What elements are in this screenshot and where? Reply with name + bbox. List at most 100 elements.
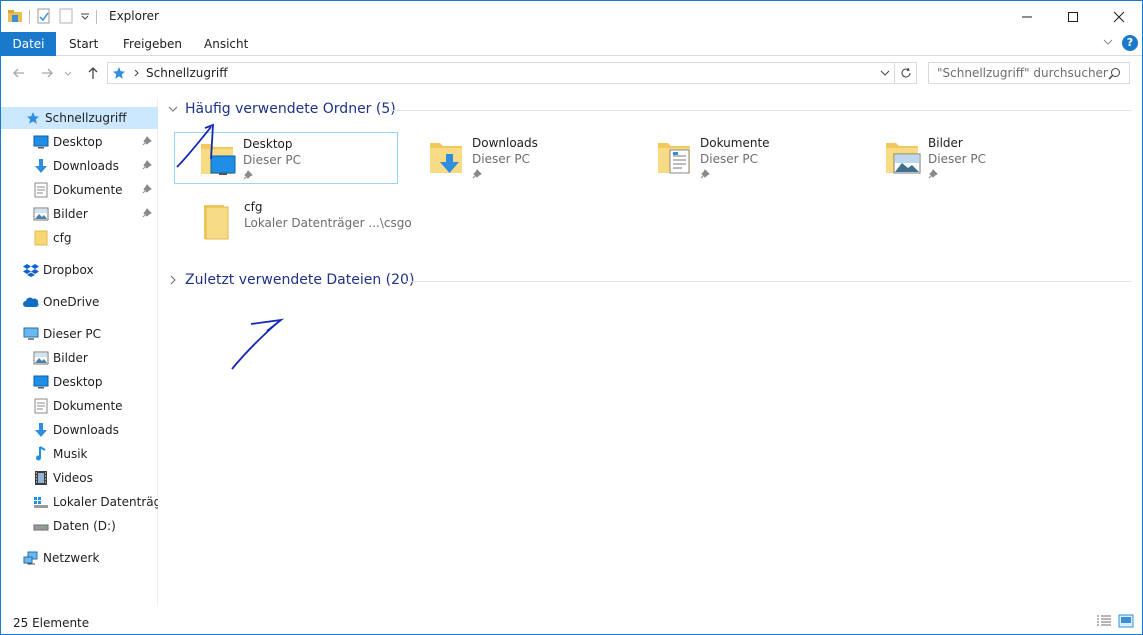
nav-item-label: Bilder bbox=[53, 207, 88, 221]
ribbon: Datei Start Freigeben Ansicht ? bbox=[1, 32, 1142, 56]
folder-icon bbox=[33, 230, 49, 246]
tile-name: Bilder bbox=[928, 136, 963, 150]
minimize-button[interactable] bbox=[1004, 1, 1050, 32]
nav-item-label: Desktop bbox=[53, 375, 103, 389]
nav-item-quick-downloads[interactable]: Downloads bbox=[1, 155, 158, 177]
toolbar-separator bbox=[96, 10, 97, 24]
chevron-right-icon[interactable] bbox=[167, 275, 179, 285]
nav-item-label: Videos bbox=[53, 471, 93, 485]
recent-locations-chevron-icon[interactable] bbox=[61, 63, 75, 83]
nav-item-quick-bilder[interactable]: Bilder bbox=[1, 203, 158, 225]
properties-icon[interactable] bbox=[36, 8, 52, 27]
nav-item-dieser-pc[interactable]: Dieser PC bbox=[1, 323, 158, 345]
pin-icon bbox=[700, 168, 770, 182]
folder-tile-downloads[interactable]: Downloads Dieser PC bbox=[402, 132, 626, 184]
help-icon[interactable]: ? bbox=[1122, 35, 1138, 51]
tab-ansicht[interactable]: Ansicht bbox=[194, 32, 258, 56]
download-arrow-icon bbox=[33, 422, 49, 438]
refresh-button[interactable] bbox=[895, 62, 917, 84]
nav-item-pc-daten-d[interactable]: Daten (D:) bbox=[1, 515, 158, 537]
new-folder-icon[interactable] bbox=[58, 8, 74, 27]
downloads-folder-icon bbox=[426, 137, 466, 177]
nav-item-quick-desktop[interactable]: Desktop bbox=[1, 131, 158, 153]
expand-ribbon-chevron-icon[interactable] bbox=[1102, 36, 1114, 51]
nav-item-schnellzugriff[interactable]: Schnellzugriff bbox=[1, 107, 158, 129]
desktop-icon bbox=[33, 374, 49, 390]
breadcrumb-schnellzugriff[interactable]: Schnellzugriff bbox=[146, 66, 228, 80]
nav-item-pc-downloads[interactable]: Downloads bbox=[1, 419, 158, 441]
download-arrow-icon bbox=[33, 158, 49, 174]
pin-icon bbox=[142, 207, 152, 221]
tile-name: Downloads bbox=[472, 136, 538, 150]
forward-button[interactable] bbox=[37, 63, 57, 83]
search-box[interactable] bbox=[928, 62, 1130, 84]
nav-item-label: Musik bbox=[53, 447, 88, 461]
group-divider bbox=[405, 281, 1132, 282]
up-button[interactable] bbox=[83, 63, 103, 83]
address-bar[interactable]: Schnellzugriff bbox=[107, 62, 895, 84]
folder-tile-bilder[interactable]: Bilder Dieser PC bbox=[858, 132, 1082, 184]
tile-text: Bilder Dieser PC bbox=[928, 132, 986, 184]
nav-item-label: Dokumente bbox=[53, 183, 123, 197]
back-button[interactable] bbox=[9, 63, 29, 83]
computer-icon bbox=[23, 326, 39, 342]
maximize-button[interactable] bbox=[1050, 1, 1096, 32]
folder-tile-desktop[interactable]: Desktop Dieser PC bbox=[174, 132, 398, 184]
nav-item-pc-dokumente[interactable]: Dokumente bbox=[1, 395, 158, 417]
nav-item-label: Dokumente bbox=[53, 399, 123, 413]
nav-item-quick-cfg[interactable]: cfg bbox=[1, 227, 158, 249]
breadcrumb-chevron-icon[interactable] bbox=[134, 69, 140, 77]
title-bar: Explorer bbox=[1, 1, 1142, 32]
group-divider bbox=[391, 110, 1132, 111]
status-bar: 25 Elemente bbox=[1, 611, 1142, 634]
nav-item-label: Schnellzugriff bbox=[45, 111, 127, 125]
tab-freigeben[interactable]: Freigeben bbox=[113, 32, 192, 56]
star-icon bbox=[112, 66, 126, 80]
nav-item-quick-dokumente[interactable]: Dokumente bbox=[1, 179, 158, 201]
nav-item-pc-lokaler-datentraeger[interactable]: Lokaler Datenträger bbox=[1, 491, 158, 513]
customize-toolbar-chevron-icon[interactable] bbox=[80, 10, 90, 24]
nav-item-netzwerk[interactable]: Netzwerk bbox=[1, 547, 158, 569]
tab-datei[interactable]: Datei bbox=[1, 32, 56, 56]
close-button[interactable] bbox=[1096, 1, 1142, 32]
folder-tile-dokumente[interactable]: Dokumente Dieser PC bbox=[630, 132, 854, 184]
window-title: Explorer bbox=[109, 9, 159, 23]
large-icons-view-icon[interactable] bbox=[1118, 614, 1134, 631]
document-icon bbox=[33, 182, 49, 198]
star-icon bbox=[25, 110, 41, 126]
nav-item-label: OneDrive bbox=[43, 295, 100, 309]
nav-item-pc-videos[interactable]: Videos bbox=[1, 467, 158, 489]
content-area: Häufig verwendete Ordner (5) Desktop Die… bbox=[159, 89, 1142, 607]
nav-item-label: Desktop bbox=[53, 135, 103, 149]
picture-icon bbox=[33, 350, 49, 366]
tile-text: Downloads Dieser PC bbox=[472, 132, 538, 184]
nav-item-pc-bilder[interactable]: Bilder bbox=[1, 347, 158, 369]
nav-item-dropbox[interactable]: Dropbox bbox=[1, 259, 158, 281]
nav-item-label: cfg bbox=[53, 231, 72, 245]
group-title: Häufig verwendete Ordner (5) bbox=[185, 101, 396, 117]
document-icon bbox=[33, 398, 49, 414]
documents-folder-icon bbox=[654, 137, 694, 177]
folder-icon bbox=[198, 201, 238, 241]
tab-start[interactable]: Start bbox=[59, 32, 108, 56]
nav-item-label: Lokaler Datenträger bbox=[53, 495, 158, 509]
search-input[interactable] bbox=[929, 66, 1108, 80]
nav-item-pc-desktop[interactable]: Desktop bbox=[1, 371, 158, 393]
chevron-down-icon[interactable] bbox=[167, 105, 179, 113]
tile-location: Lokaler Datenträger ...\csgo bbox=[244, 216, 412, 230]
address-dropdown-chevron-icon[interactable] bbox=[880, 69, 890, 77]
folder-tile-cfg[interactable]: cfg Lokaler Datenträger ...\csgo bbox=[174, 196, 434, 248]
network-icon bbox=[23, 550, 39, 566]
search-icon[interactable] bbox=[1108, 67, 1121, 80]
tile-location: Dieser PC bbox=[472, 152, 530, 166]
explorer-folder-icon[interactable] bbox=[7, 8, 23, 27]
desktop-icon bbox=[33, 134, 49, 150]
nav-item-pc-musik[interactable]: Musik bbox=[1, 443, 158, 465]
nav-item-onedrive[interactable]: OneDrive bbox=[1, 291, 158, 313]
drive-icon bbox=[33, 518, 49, 534]
group-header-frequent[interactable]: Häufig verwendete Ordner (5) bbox=[167, 101, 396, 117]
tile-name: cfg bbox=[244, 200, 263, 214]
film-icon bbox=[33, 470, 49, 486]
group-header-recent[interactable]: Zuletzt verwendete Dateien (20) bbox=[167, 272, 414, 288]
details-view-icon[interactable] bbox=[1096, 614, 1112, 631]
